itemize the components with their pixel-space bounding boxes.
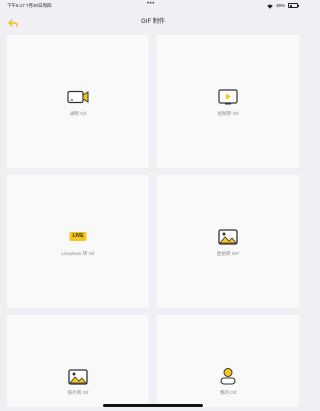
tile-label: 录制 Gif [69,111,87,116]
tile-label: Livephoto 转 Gif [61,251,95,256]
tile-livephoto-to-gif[interactable]: LIVE Livephoto 转 Gif [7,175,149,308]
tile-my-gif[interactable]: 我的 Gif [157,315,299,407]
user-icon [219,367,237,390]
tile-label: 视频转 Gif [217,111,239,116]
battery-percent: 39% [275,3,285,8]
home-indicator[interactable] [103,404,203,407]
tile-label: 连拍转 GIF [216,251,240,256]
tile-photo-to-gif[interactable]: 照片转 Gif [7,315,149,407]
status-time: 下午6:17 7月30日周四 [7,3,52,8]
nav-bar: GIF 制作 [0,12,306,28]
tile-burst-to-gif[interactable]: 连拍转 GIF [157,175,299,308]
video-camera-icon [67,90,89,109]
live-badge: LIVE [69,232,87,241]
tile-record-gif[interactable]: 录制 Gif [7,35,149,168]
burst-photos-icon [218,229,238,250]
video-play-icon [218,89,238,110]
battery-icon [288,3,299,8]
tile-video-to-gif[interactable]: 视频转 Gif [157,35,299,168]
tile-label: 我的 Gif [219,390,237,395]
status-bar: 下午6:17 7月30日周四 ••• 39% [0,0,306,12]
wifi-icon [267,4,273,9]
page-title: GIF 制作 [141,19,165,25]
status-right: 39% [267,3,299,9]
photo-icon [68,369,88,390]
tile-label: 照片转 Gif [67,390,89,395]
multitasking-dots[interactable]: ••• [147,1,155,7]
